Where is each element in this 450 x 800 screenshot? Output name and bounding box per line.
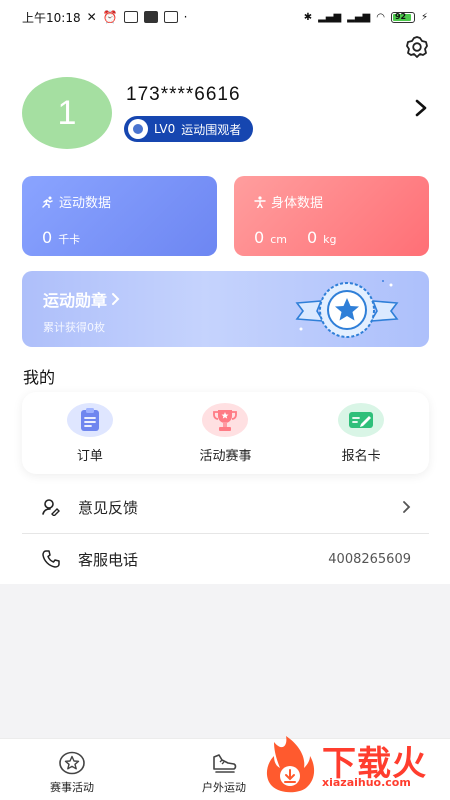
mine-item-label: 报名卡 bbox=[341, 448, 381, 464]
signal-icon: ▂▄▆ bbox=[347, 11, 371, 23]
bluetooth-icon: ✱ bbox=[303, 11, 313, 23]
sport-data-title-row: 运动数据 bbox=[42, 192, 111, 211]
body-data-value-row: 0 cm 0 kg bbox=[254, 228, 337, 247]
user-phone: 173****6616 bbox=[126, 84, 241, 105]
profile-area: 1 173****6616 LV0 运动围观者 运动数据 0 千卡 身体数据 0… bbox=[0, 34, 450, 584]
clipboard-icon bbox=[80, 407, 99, 431]
mine-item-label: 活动赛事 bbox=[199, 448, 252, 464]
mute-icon: ✕ bbox=[86, 10, 97, 24]
charging-icon: ⚡ bbox=[420, 11, 428, 23]
body-weight-value: 0 bbox=[306, 228, 318, 247]
watermark-logo: 下载火 xiazaihuo.com bbox=[262, 734, 442, 794]
battery-level: 92 bbox=[394, 11, 407, 21]
level-badge[interactable]: LV0 运动围观者 bbox=[124, 116, 254, 142]
level-value: LV0 bbox=[154, 122, 176, 136]
tab-outdoor[interactable]: 户外运动 bbox=[202, 751, 246, 795]
body-height-value: 0 bbox=[254, 228, 265, 247]
mine-icon-bg bbox=[66, 402, 113, 437]
medal-subtitle: 累计获得0枚 bbox=[43, 321, 105, 334]
pen-card-icon bbox=[349, 411, 374, 428]
level-icon bbox=[128, 119, 148, 139]
alarm-icon: ⏰ bbox=[102, 10, 118, 24]
body-data-title-row: 身体数据 bbox=[254, 192, 323, 211]
level-title: 运动围观者 bbox=[181, 122, 242, 137]
mine-item-orders[interactable]: 订单 bbox=[35, 402, 145, 464]
shoe-icon bbox=[213, 754, 237, 773]
mine-panel: 订单 活动赛事 报名卡 bbox=[22, 392, 429, 474]
sport-data-value: 0 bbox=[42, 228, 53, 247]
status-right: ✱ ▂▄▆ ▂▄▆ ◠ 92 ⚡ bbox=[303, 11, 428, 23]
tab-label: 赛事活动 bbox=[50, 781, 94, 794]
medal-badge-icon bbox=[295, 280, 399, 338]
mine-icon-bg bbox=[202, 402, 249, 437]
status-bar: 上午10:18 ✕ ⏰ · ✱ ▂▄▆ ▂▄▆ ◠ 92 ⚡ bbox=[0, 0, 450, 34]
feedback-row[interactable]: 意见反馈 bbox=[22, 482, 429, 532]
customer-service-phone[interactable]: 4008265609 bbox=[328, 552, 411, 567]
chevron-right-icon bbox=[112, 293, 120, 305]
person-icon bbox=[254, 195, 266, 208]
watermark-url: xiazaihuo.com bbox=[322, 776, 411, 789]
status-left: 上午10:18 ✕ ⏰ · bbox=[22, 9, 187, 26]
status-time: 上午10:18 bbox=[22, 10, 81, 25]
body-data-card[interactable]: 身体数据 0 cm 0 kg bbox=[234, 176, 429, 256]
signal-icon: ▂▄▆ bbox=[318, 11, 342, 23]
customer-service-label: 客服电话 bbox=[78, 550, 139, 569]
sport-data-card[interactable]: 运动数据 0 千卡 bbox=[22, 176, 217, 256]
trophy-icon bbox=[213, 409, 238, 431]
mine-icon-bg bbox=[338, 402, 385, 437]
wifi-icon: ◠ bbox=[376, 11, 385, 23]
avatar[interactable]: 1 bbox=[22, 77, 112, 149]
section-title-mine: 我的 bbox=[23, 368, 56, 387]
app-notification-icon bbox=[143, 11, 158, 23]
avatar-text: 1 bbox=[57, 93, 77, 132]
flame-logo-icon bbox=[266, 736, 315, 793]
tab-events[interactable]: 赛事活动 bbox=[50, 751, 94, 795]
app-notification-icon bbox=[123, 11, 138, 23]
sport-data-value-row: 0 千卡 bbox=[42, 228, 80, 247]
mine-item-label: 订单 bbox=[76, 448, 103, 464]
running-icon bbox=[42, 196, 53, 208]
mine-item-events[interactable]: 活动赛事 bbox=[170, 402, 280, 464]
feedback-icon bbox=[42, 499, 60, 516]
medal-banner[interactable]: 运动勋章 累计获得0枚 bbox=[22, 271, 429, 347]
phone-icon bbox=[42, 550, 60, 568]
settings-gear-icon[interactable] bbox=[404, 34, 430, 60]
body-data-title: 身体数据 bbox=[271, 196, 324, 211]
customer-service-row[interactable]: 客服电话 4008265609 bbox=[22, 534, 429, 584]
tab-label: 户外运动 bbox=[202, 781, 246, 794]
medal-title: 运动勋章 bbox=[43, 291, 108, 310]
chevron-right-icon bbox=[403, 501, 411, 513]
body-weight-unit: kg bbox=[323, 233, 337, 246]
sport-data-title: 运动数据 bbox=[59, 196, 112, 211]
body-height-unit: cm bbox=[270, 233, 287, 246]
status-dot: · bbox=[183, 10, 188, 24]
feedback-label: 意见反馈 bbox=[78, 498, 139, 517]
star-circle-icon bbox=[59, 751, 85, 775]
chevron-right-icon[interactable] bbox=[414, 98, 428, 118]
mine-item-registration-card[interactable]: 报名卡 bbox=[306, 402, 416, 464]
app-notification-icon bbox=[163, 11, 178, 23]
battery-icon: 92 bbox=[390, 11, 415, 23]
medal-title-row: 运动勋章 bbox=[43, 287, 120, 311]
sport-data-unit: 千卡 bbox=[58, 233, 81, 246]
